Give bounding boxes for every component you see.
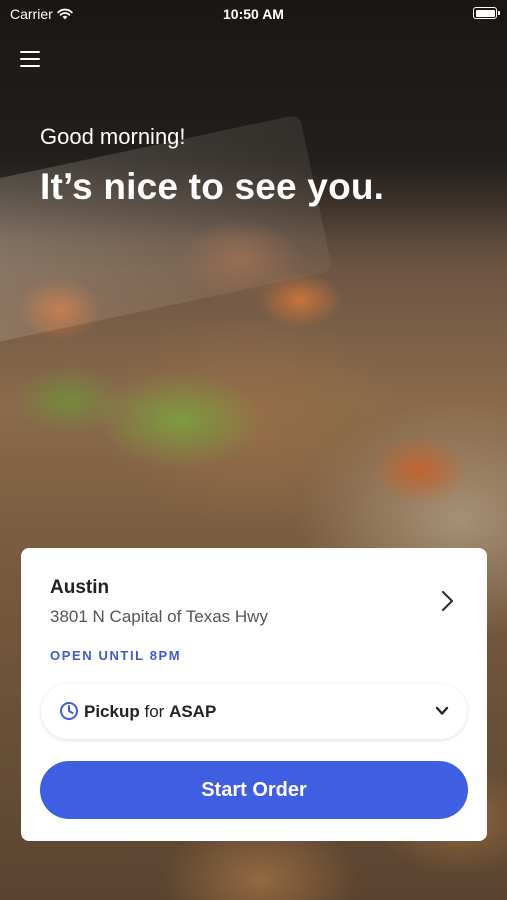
chevron-down-icon <box>435 706 449 715</box>
menu-line <box>20 58 40 60</box>
status-time: 10:50 AM <box>223 6 284 22</box>
pickup-time: ASAP <box>169 702 217 721</box>
battery-icon <box>473 7 500 19</box>
pickup-connector: for <box>144 702 165 721</box>
clock-icon <box>60 702 78 720</box>
location-name: Austin <box>50 577 110 598</box>
chevron-right-icon <box>441 590 454 612</box>
open-status-label: OPEN UNTIL 8PM <box>50 648 182 663</box>
status-bar: Carrier 10:50 AM <box>0 0 507 28</box>
welcome-headline: It’s nice to see you. <box>40 166 385 207</box>
start-order-button[interactable]: Start Order <box>40 761 468 819</box>
pickup-mode: Pickup <box>84 702 140 721</box>
menu-line <box>20 65 40 67</box>
location-address: 3801 N Capital of Texas Hwy <box>50 607 268 626</box>
menu-line <box>20 51 40 53</box>
pickup-summary: Pickup for ASAP <box>84 702 216 722</box>
greeting-text: Good morning! <box>40 124 186 149</box>
home-screen: Carrier 10:50 AM Good morning! It’s nice… <box>0 0 507 900</box>
hamburger-menu-icon[interactable] <box>20 48 42 68</box>
location-card: Austin 3801 N Capital of Texas Hwy OPEN … <box>21 548 487 841</box>
location-selector[interactable]: Austin 3801 N Capital of Texas Hwy <box>21 548 487 628</box>
pickup-time-selector[interactable]: Pickup for ASAP <box>41 684 467 739</box>
